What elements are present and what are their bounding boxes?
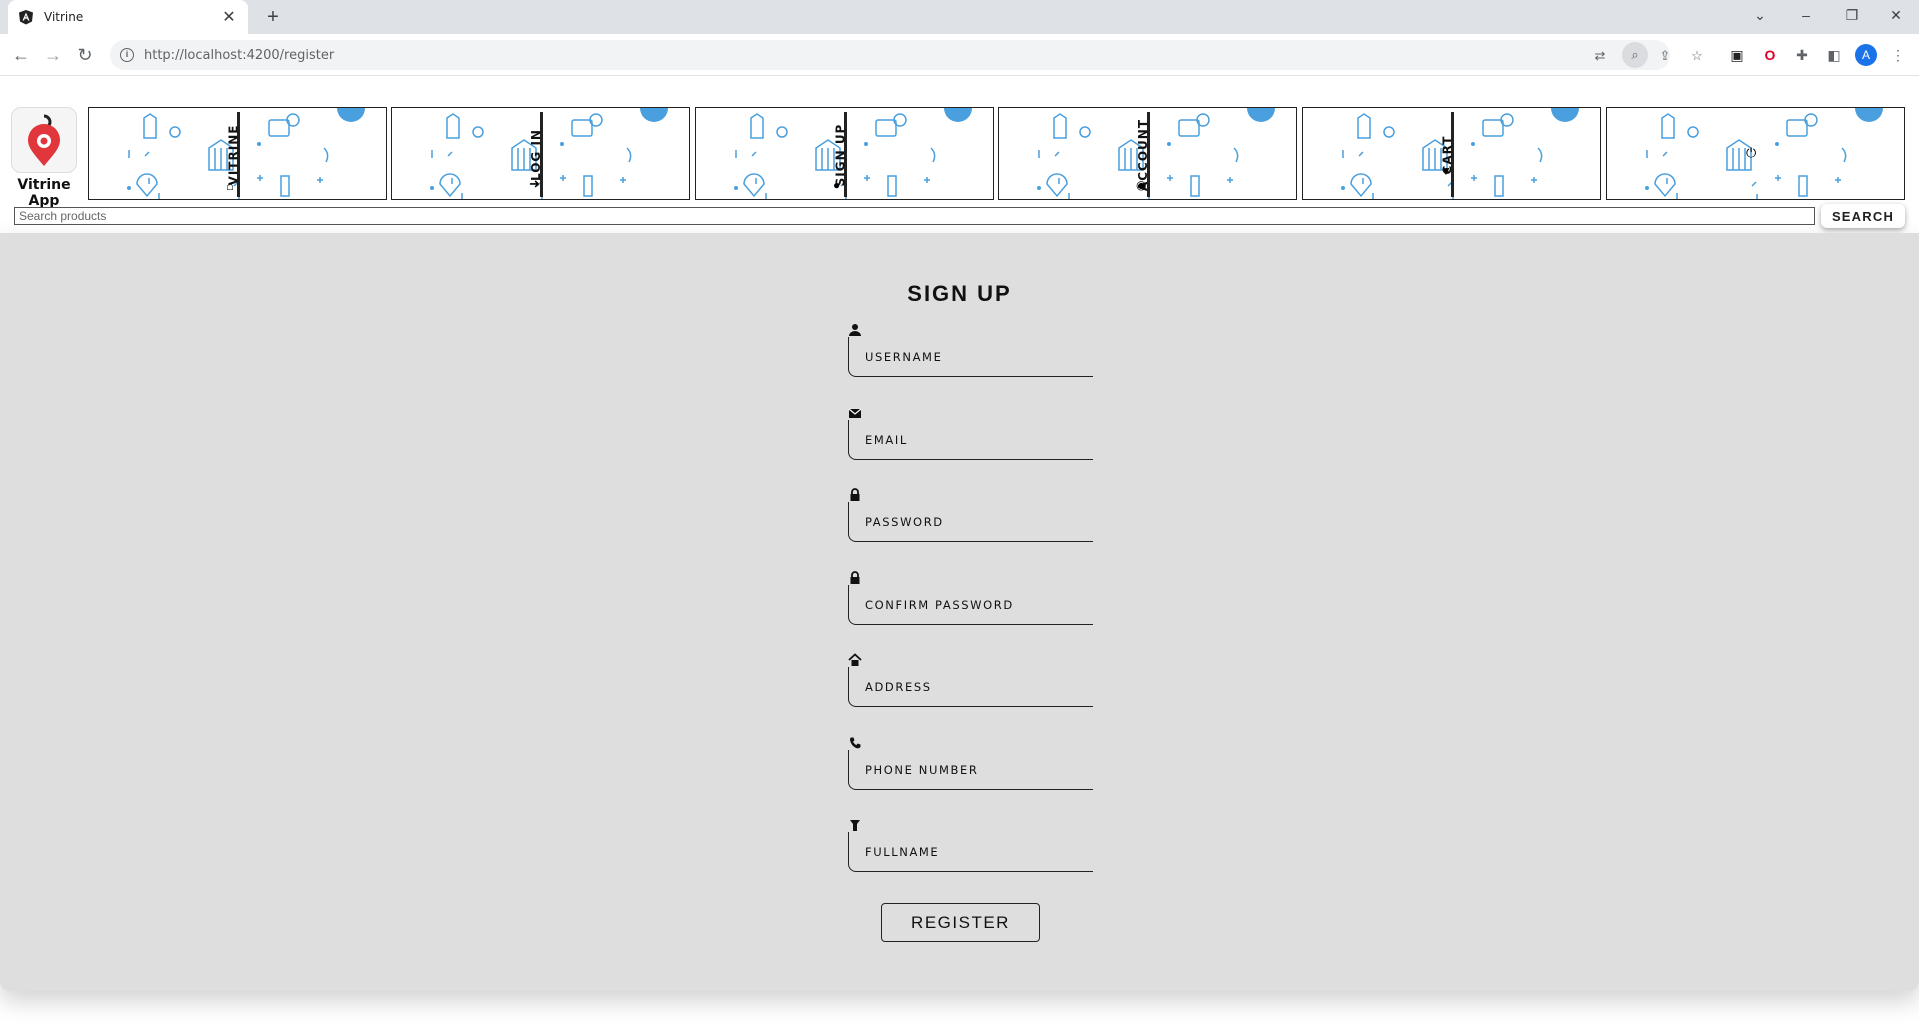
lock-icon <box>850 488 860 501</box>
new-tab-button[interactable]: + <box>260 4 286 30</box>
login-icon: ➜ <box>529 176 540 191</box>
menu-kebab-icon[interactable]: ⋮ <box>1885 42 1911 68</box>
translate-icon[interactable]: ⇄ <box>1590 46 1610 66</box>
share-icon[interactable]: ⇪ <box>1655 46 1675 66</box>
search-input[interactable] <box>14 207 1815 225</box>
password-field[interactable]: PASSWORD <box>848 488 1093 543</box>
tab-title: Vitrine <box>44 10 84 24</box>
browser-tabstrip: Vitrine ✕ + ⌄ – ❐ ✕ <box>0 0 1919 34</box>
browser-toolbar: ← → ↻ i http://localhost:4200/register ⇄… <box>0 34 1919 76</box>
zoom-icon[interactable]: ⌕ <box>1622 42 1648 68</box>
nav-cart[interactable]: CART ▼ <box>1302 107 1601 200</box>
password-label: PASSWORD <box>865 514 944 529</box>
profile-avatar[interactable]: A <box>1853 42 1879 68</box>
email-field[interactable]: EMAIL <box>848 406 1093 461</box>
address-label: ADDRESS <box>865 679 932 694</box>
nav-vitrine[interactable]: VITRINE ⌂ <box>88 107 387 200</box>
reload-icon[interactable]: ↻ <box>72 42 98 68</box>
user-icon <box>849 324 861 336</box>
signup-panel: SIGN UP USERNAME EMAIL PASSWORD CONFIRM … <box>0 233 1919 991</box>
back-arrow-icon[interactable]: ← <box>8 42 34 68</box>
user-plus-icon: ● <box>833 178 841 192</box>
nav-label-signup: SIGN UP <box>833 123 847 186</box>
envelope-icon <box>848 408 862 418</box>
register-button[interactable]: REGISTER <box>881 903 1040 942</box>
nav-account[interactable]: ACCOUNT ◉ <box>998 107 1297 200</box>
nav-signup[interactable]: SIGN UP ● <box>695 107 994 200</box>
side-panel-icon[interactable]: ◧ <box>1821 42 1847 68</box>
address-bar[interactable]: i http://localhost:4200/register ⇄ ⌕ ⇪ ☆ <box>110 40 1703 70</box>
confirm-password-label: CONFIRM PASSWORD <box>865 597 1014 612</box>
nav-label-vitrine: VITRINE <box>226 124 241 185</box>
minimize-button[interactable]: – <box>1783 0 1829 30</box>
phone-icon <box>850 737 861 749</box>
home-icon <box>848 653 862 666</box>
extensions-puzzle-icon[interactable]: ✚ <box>1789 42 1815 68</box>
email-label: EMAIL <box>865 432 908 447</box>
phone-number-field[interactable]: PHONE NUMBER <box>848 736 1093 791</box>
site-info-icon[interactable]: i <box>120 48 134 62</box>
restore-button[interactable]: ❐ <box>1829 0 1875 30</box>
search-button[interactable]: SEARCH <box>1821 204 1905 228</box>
lock-icon <box>850 571 860 584</box>
browser-tab[interactable]: Vitrine ✕ <box>8 0 248 34</box>
fullname-field[interactable]: FULLNAME <box>848 818 1093 873</box>
tab-search-icon[interactable]: ⌄ <box>1737 0 1783 30</box>
username-field[interactable]: USERNAME <box>848 323 1093 378</box>
logout-icon: ⏻ <box>1746 145 1757 160</box>
forward-arrow-icon[interactable]: → <box>40 42 66 68</box>
angular-icon <box>19 10 33 25</box>
logo-pin-icon <box>11 107 77 173</box>
opera-icon[interactable]: O <box>1757 42 1783 68</box>
close-window-button[interactable]: ✕ <box>1873 0 1919 30</box>
page: Vitrine App VITRINE ⌂ LOG IN ➜ SIGN UP ●… <box>0 77 1919 1030</box>
nav-label-login: LOG IN <box>529 128 543 181</box>
account-icon: ◉ <box>1136 178 1147 192</box>
logo-text: Vitrine App <box>17 177 71 209</box>
id-icon <box>850 820 860 831</box>
url-text: http://localhost:4200/register <box>144 47 335 63</box>
extension-reader-icon[interactable]: ▣ <box>1724 42 1750 68</box>
nav-logout[interactable]: ⏻ <box>1606 107 1905 200</box>
bookmark-star-icon[interactable]: ☆ <box>1687 46 1707 66</box>
tab-close-icon[interactable]: ✕ <box>220 7 238 27</box>
home-icon: ⌂ <box>226 178 234 193</box>
fullname-label: FULLNAME <box>865 844 940 859</box>
nav-login[interactable]: LOG IN ➜ <box>391 107 690 200</box>
form-title: SIGN UP <box>907 281 1012 306</box>
cart-icon: ▼ <box>1440 164 1452 178</box>
address-field[interactable]: ADDRESS <box>848 653 1093 708</box>
phone-number-label: PHONE NUMBER <box>865 762 979 777</box>
username-label: USERNAME <box>865 349 943 364</box>
app-logo[interactable]: Vitrine App <box>4 107 84 209</box>
confirm-password-field[interactable]: CONFIRM PASSWORD <box>848 571 1093 626</box>
